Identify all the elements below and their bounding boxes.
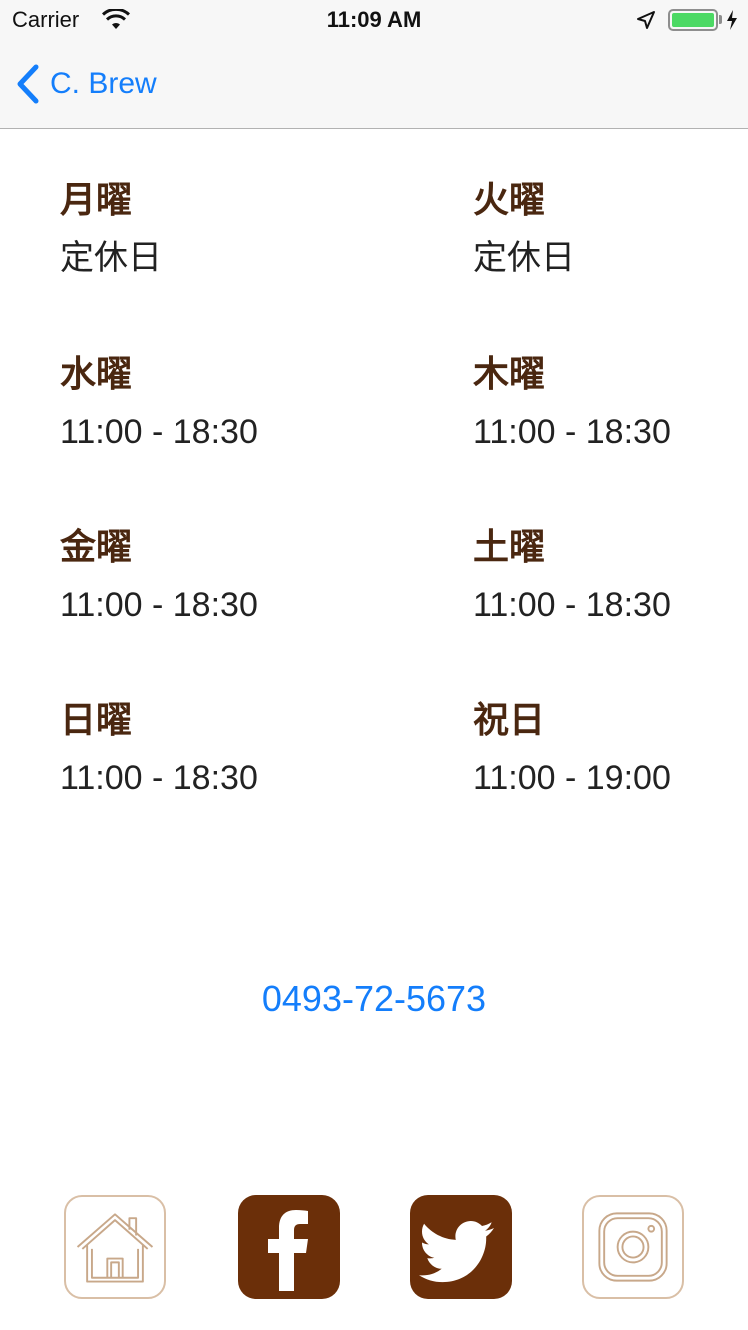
day-hours: 11:00 - 18:30: [60, 759, 258, 797]
day-hours: 11:00 - 19:00: [473, 759, 671, 797]
chevron-left-icon: [17, 64, 39, 104]
day-label: 木曜: [473, 354, 546, 395]
day-label: 火曜: [473, 180, 546, 221]
home-button[interactable]: [64, 1195, 166, 1299]
day-hours: 定休日: [60, 239, 162, 277]
day-hours: 11:00 - 18:30: [473, 586, 671, 624]
day-label: 土曜: [473, 527, 546, 568]
day-label: 祝日: [473, 700, 546, 741]
day-label: 金曜: [60, 527, 133, 568]
hours-saturday: 土曜 11:00 - 18:30: [473, 525, 748, 627]
facebook-button[interactable]: [238, 1195, 340, 1299]
hours-thursday: 木曜 11:00 - 18:30: [473, 352, 748, 454]
facebook-icon: [268, 1210, 308, 1291]
hours-sunday: 日曜 11:00 - 18:30: [60, 698, 360, 800]
day-hours: 定休日: [473, 239, 575, 277]
twitter-button[interactable]: [410, 1195, 512, 1299]
hours-tuesday: 火曜 定休日: [473, 178, 748, 280]
status-bar: Carrier 11:09 AM: [0, 0, 748, 40]
charging-bolt-icon: [727, 10, 737, 30]
phone-link[interactable]: 0493-72-5673: [0, 978, 748, 1020]
instagram-icon: [598, 1212, 668, 1282]
battery-icon: [668, 9, 718, 31]
day-hours: 11:00 - 18:30: [473, 413, 671, 451]
location-arrow-icon: [637, 11, 655, 29]
instagram-button[interactable]: [582, 1195, 684, 1299]
day-label: 月曜: [60, 180, 133, 221]
day-hours: 11:00 - 18:30: [60, 586, 258, 624]
navigation-bar: C. Brew: [0, 40, 748, 129]
hours-friday: 金曜 11:00 - 18:30: [60, 525, 360, 627]
home-icon: [76, 1213, 154, 1283]
day-label: 日曜: [60, 700, 133, 741]
hours-wednesday: 水曜 11:00 - 18:30: [60, 352, 360, 454]
hours-monday: 月曜 定休日: [60, 178, 360, 280]
back-button-label: C. Brew: [50, 67, 157, 100]
day-label: 水曜: [60, 354, 133, 395]
back-button[interactable]: C. Brew: [14, 62, 157, 106]
battery-cap: [719, 15, 722, 24]
twitter-icon: [419, 1221, 494, 1283]
day-hours: 11:00 - 18:30: [60, 413, 258, 451]
hours-holiday: 祝日 11:00 - 19:00: [473, 698, 748, 800]
